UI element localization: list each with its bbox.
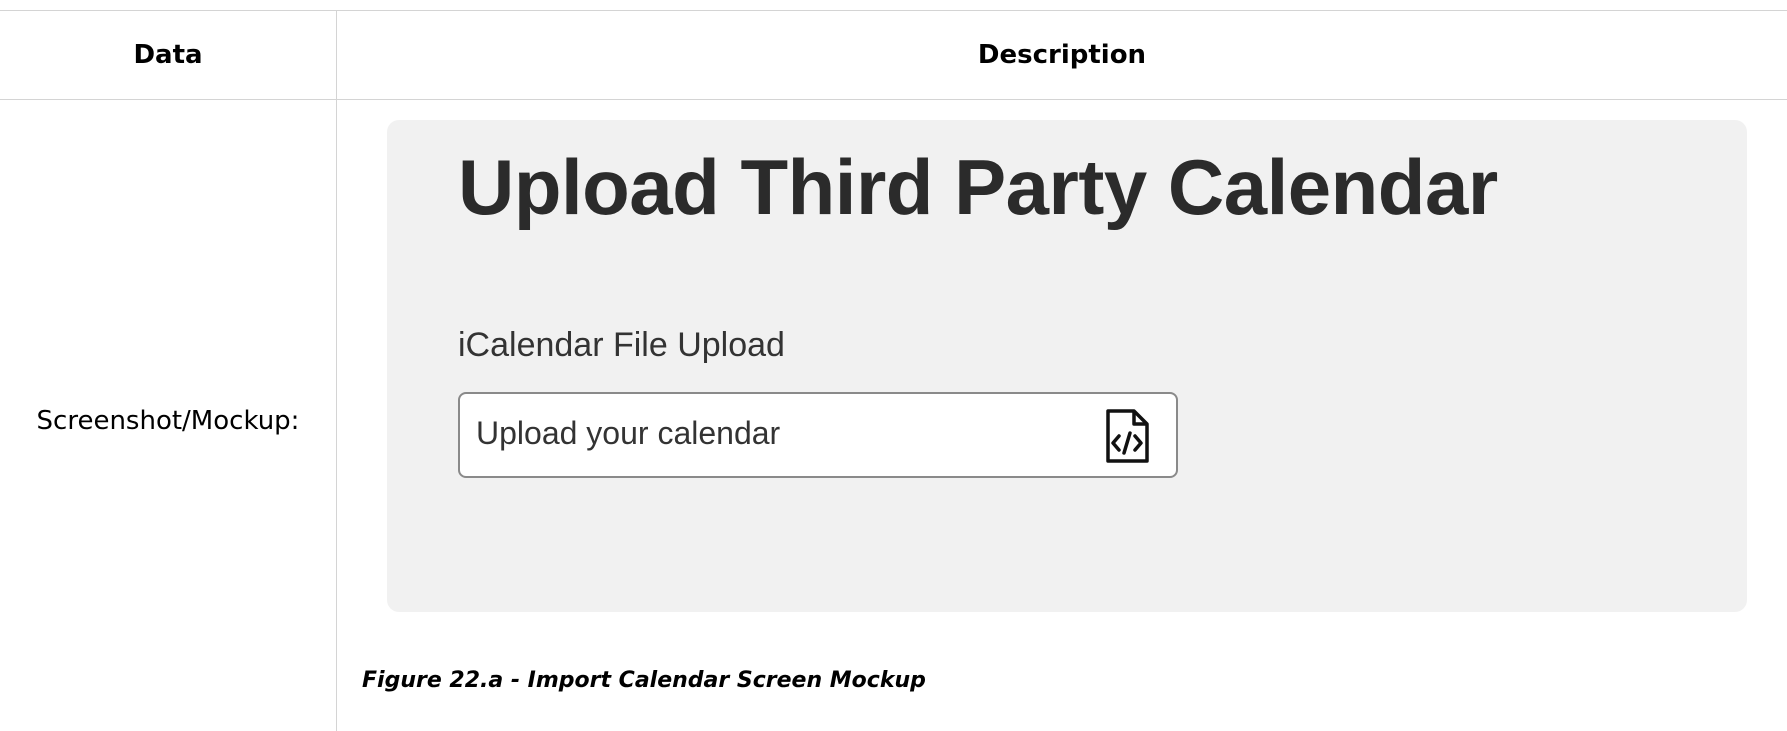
column-header-data: Data bbox=[133, 40, 203, 70]
file-code-icon[interactable] bbox=[1102, 408, 1152, 464]
upload-placeholder: Upload your calendar bbox=[476, 415, 781, 451]
mockup-panel: Upload Third Party Calendar iCalendar Fi… bbox=[387, 120, 1747, 612]
figure-caption: Figure 22.a - Import Calendar Screen Moc… bbox=[362, 668, 926, 693]
column-divider bbox=[336, 11, 337, 731]
mockup-title: Upload Third Party Calendar bbox=[458, 143, 1498, 231]
field-label: iCalendar File Upload bbox=[458, 326, 785, 364]
row-label-screenshot: Screenshot/Mockup: bbox=[36, 405, 300, 436]
calendar-upload-input[interactable]: Upload your calendar bbox=[458, 392, 1178, 478]
column-header-description: Description bbox=[977, 40, 1147, 70]
